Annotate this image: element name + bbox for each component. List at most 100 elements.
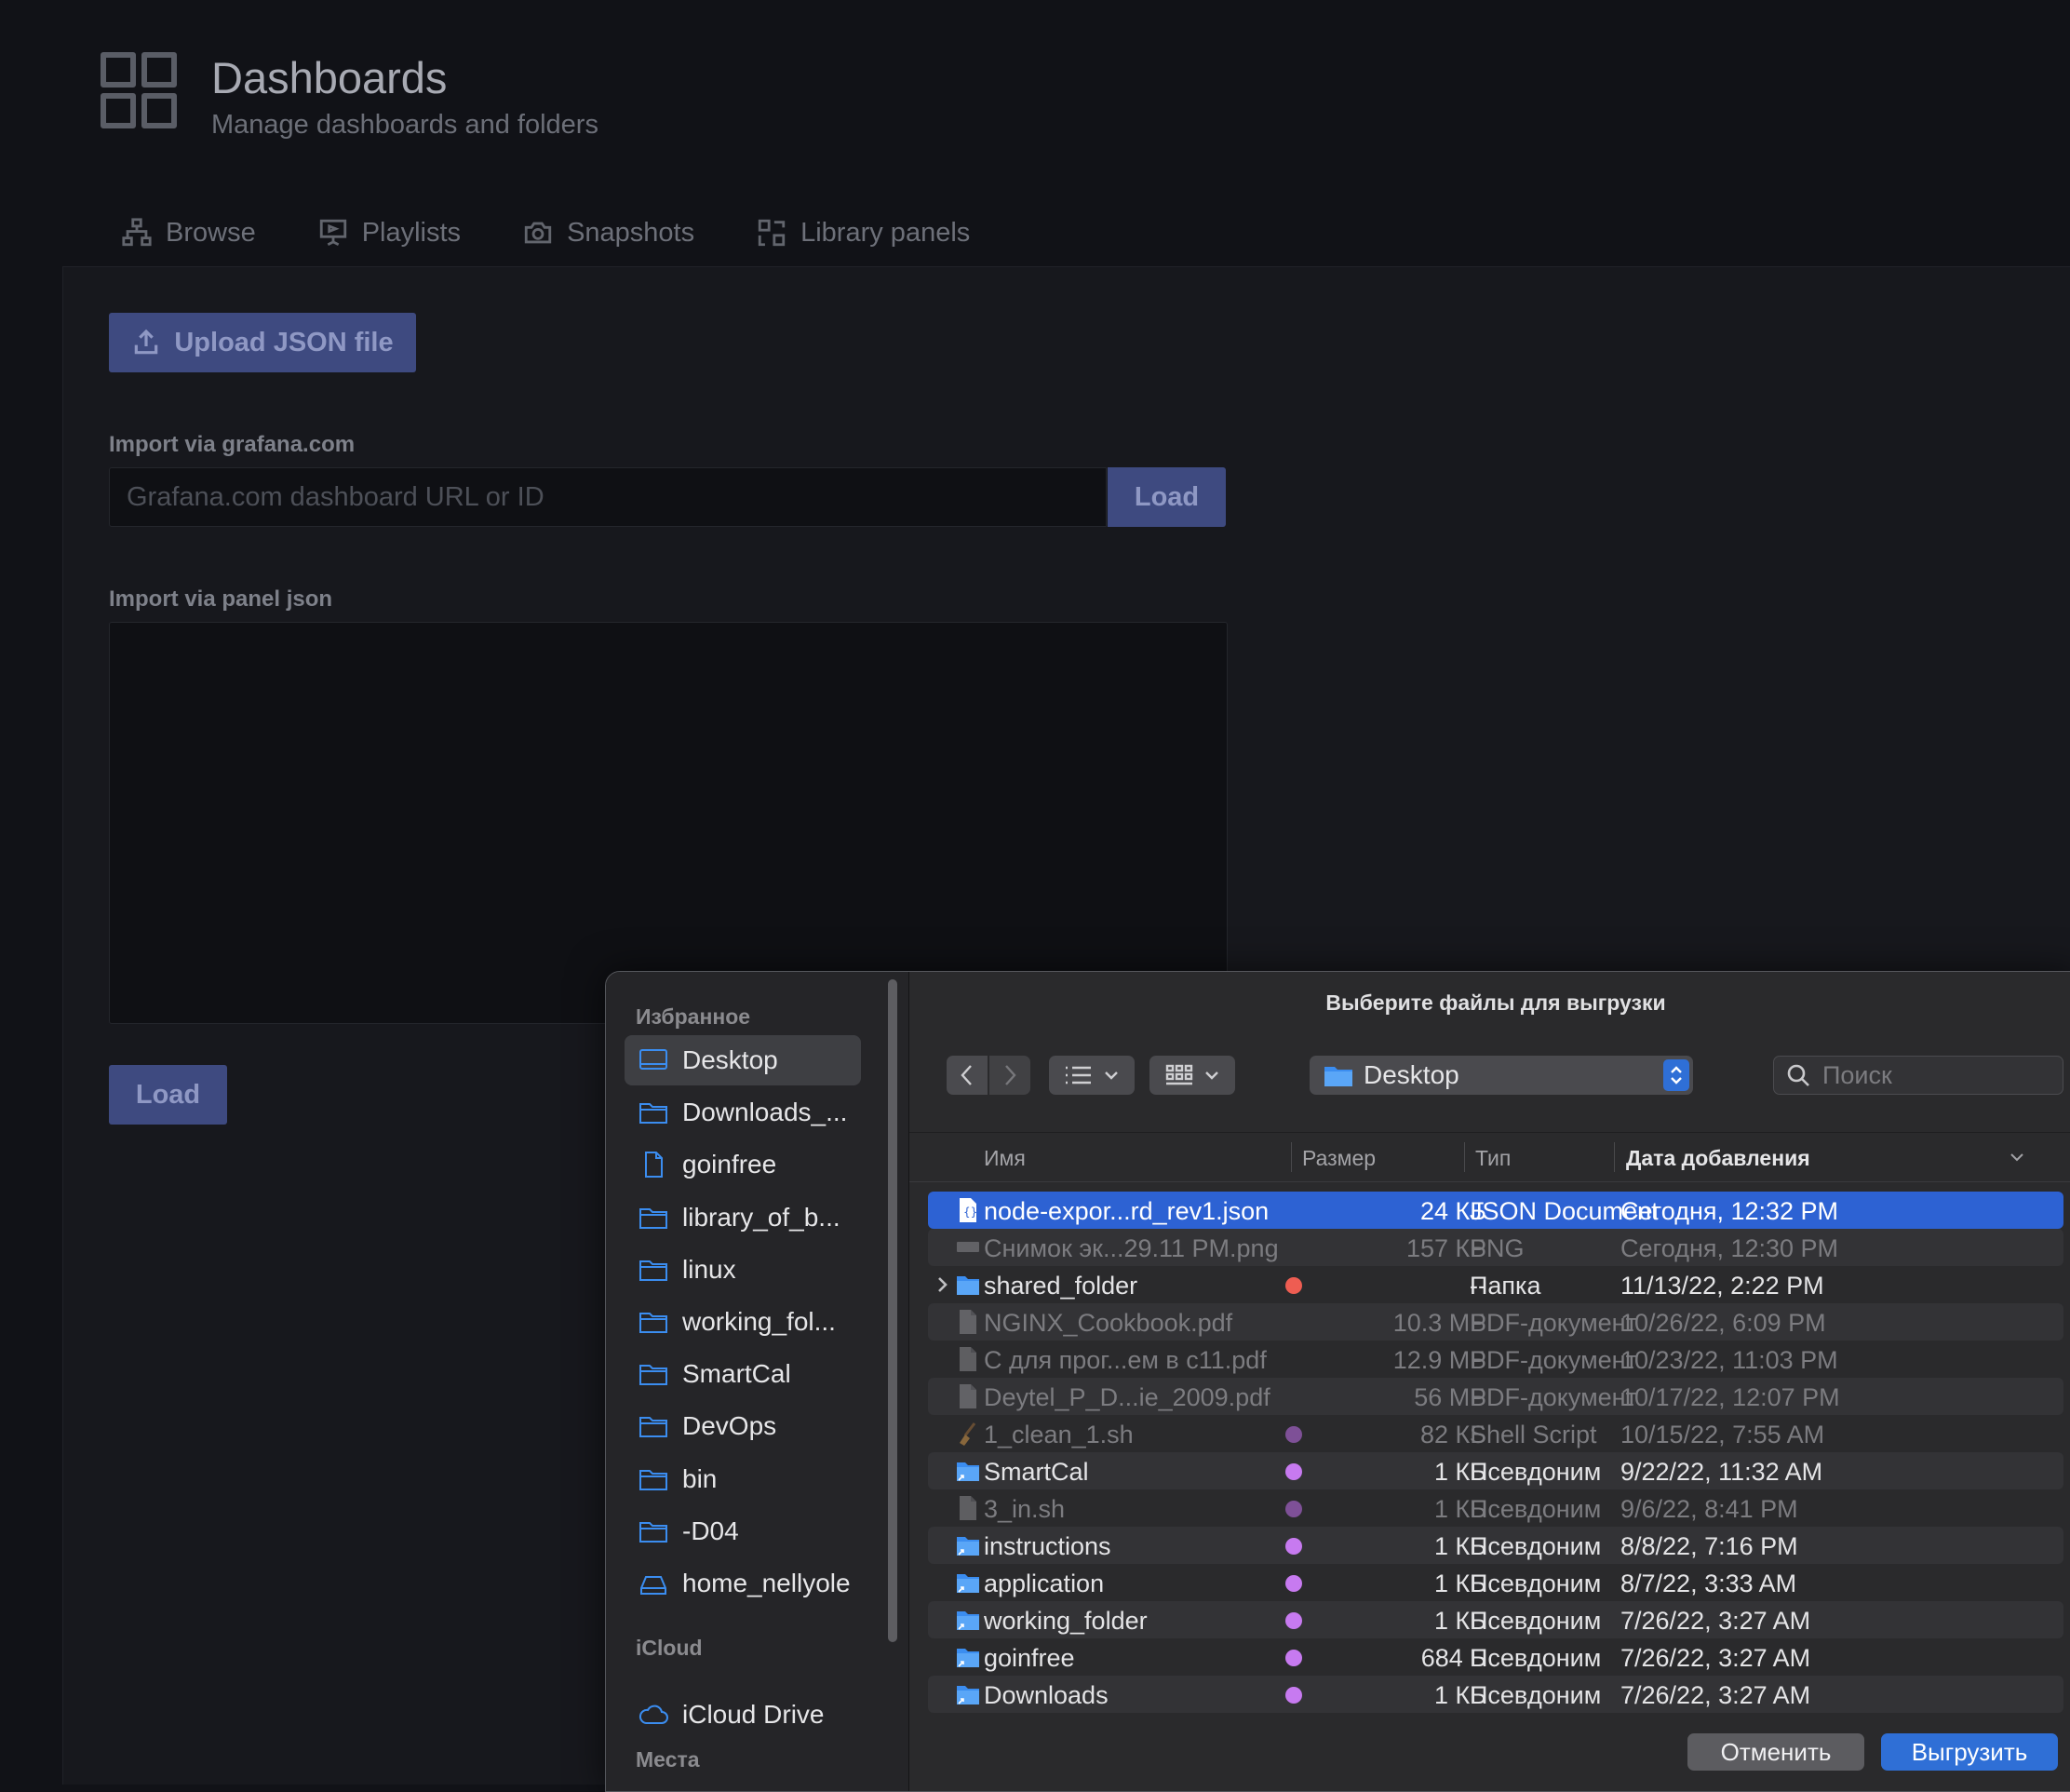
file-row[interactable]: application 1 КБ Псевдоним 8/7/22, 3:33 AM [928, 1564, 2063, 1601]
file-date-added: 9/6/22, 8:41 PM [1620, 1495, 1798, 1523]
tab-playlists[interactable]: Playlists [317, 212, 461, 253]
file-row[interactable]: goinfree 684 Б Псевдоним 7/26/22, 3:27 AM [928, 1638, 2063, 1676]
disclosure-chevron-icon[interactable] [935, 1275, 948, 1294]
tab-browse[interactable]: Browse [121, 212, 256, 253]
file-name: node-expor...rd_rev1.json [984, 1197, 1270, 1225]
sidebar-item-linux[interactable]: linux [625, 1245, 861, 1295]
list-view-button[interactable] [1049, 1056, 1135, 1095]
folder-alias-icon [957, 1574, 979, 1593]
image-file-icon [957, 1242, 979, 1252]
folder-icon [639, 1260, 667, 1281]
column-name[interactable]: Имя [984, 1146, 1026, 1171]
sidebar-item-desktop[interactable]: Desktop [625, 1035, 861, 1085]
sidebar-item-home-nellyole[interactable]: home_nellyole [625, 1558, 861, 1609]
sidebar-item-label: home_nellyole [682, 1569, 851, 1597]
sidebar-item-icloud-drive[interactable]: iCloud Drive [625, 1690, 861, 1740]
sidebar-item-bin[interactable]: bin [625, 1454, 861, 1504]
sidebar-item-working-fol[interactable]: working_fol... [625, 1297, 861, 1347]
grafana-url-input[interactable]: Grafana.com dashboard URL or ID [109, 467, 1107, 527]
cloud-icon [638, 1704, 668, 1724]
location-popup[interactable]: Desktop [1310, 1056, 1693, 1095]
upload-button[interactable]: Выгрузить [1881, 1733, 2058, 1771]
file-row[interactable]: working_folder 1 КБ Псевдоним 7/26/22, 3:27… [928, 1601, 2063, 1638]
column-date-added[interactable]: Дата добавления [1626, 1146, 1810, 1171]
file-type: Псевдоним [1470, 1644, 1602, 1672]
tab-label: Library panels [800, 217, 971, 248]
file-type: Псевдоним [1470, 1495, 1602, 1523]
color-tag-dot [1285, 1575, 1302, 1592]
cancel-button[interactable]: Отменить [1687, 1733, 1864, 1771]
file-row[interactable]: 3_in.sh 1 КБ Псевдоним 9/6/22, 8:41 PM [928, 1489, 2063, 1527]
file-type: Shell Script [1470, 1421, 1597, 1448]
file-type: PDF-документ [1470, 1309, 1637, 1337]
forward-button[interactable] [989, 1056, 1030, 1095]
panel-json-textarea[interactable] [109, 622, 1228, 1024]
file-row[interactable]: Снимок эк...29.11 PM.png 157 КБ PNG Сегодня… [928, 1229, 2063, 1266]
sidebar-item-downloads[interactable]: Downloads_... [625, 1087, 861, 1138]
column-type[interactable]: Тип [1475, 1146, 1511, 1171]
sidebar-item-label: library_of_b... [682, 1202, 840, 1232]
script-alias-icon [960, 1496, 976, 1520]
file-date-added: 8/8/22, 7:16 PM [1620, 1532, 1798, 1560]
file-chooser-dialog: Избранное Desktop Downloads_... goinfree li… [605, 971, 2070, 1792]
file-name: goinfree [984, 1644, 1075, 1672]
search-input[interactable]: Поиск [1773, 1056, 2063, 1095]
file-name: shared_folder [984, 1272, 1138, 1300]
file-name: 3_in.sh [984, 1495, 1066, 1523]
file-row[interactable]: SmartCal 1 КБ Псевдоним 9/22/22, 11:32 AM [928, 1452, 2063, 1489]
file-type: PDF-документ [1470, 1346, 1637, 1374]
file-row[interactable]: Downloads 1 КБ Псевдоним 7/26/22, 3:27 AM [928, 1676, 2063, 1713]
file-row[interactable]: {} node-expor...rd_rev1.json 24 КБ JSON Doc… [928, 1192, 2063, 1229]
sidebar-item--d04[interactable]: -D04 [625, 1506, 861, 1556]
upload-icon [135, 329, 158, 355]
sidebar-item-label: goinfree [682, 1150, 777, 1179]
file-date-added: 11/13/22, 2:22 PM [1620, 1272, 1824, 1300]
file-row[interactable]: instructions 1 КБ Псевдоним 8/8/22, 7:16 PM [928, 1527, 2063, 1564]
sidebar-item-devops[interactable]: DevOps [625, 1401, 861, 1451]
back-button[interactable] [947, 1056, 988, 1095]
sidebar-item-goinfree[interactable]: goinfree [625, 1139, 861, 1190]
grid-view-icon [1165, 1064, 1193, 1085]
sidebar-item-label: working_fol... [682, 1307, 836, 1336]
load-grafana-button[interactable]: Load [1108, 467, 1226, 527]
upload-json-label: Upload JSON file [174, 327, 394, 357]
file-name: С для прог...ем в c11.pdf [984, 1346, 1267, 1374]
pdf-file-icon [960, 1347, 976, 1371]
icloud-section-label: iCloud [636, 1636, 703, 1660]
color-tag-dot [1285, 1612, 1302, 1629]
tab-library-panels[interactable]: Library panels [756, 212, 970, 253]
sidebar-item-library-of-b[interactable]: library_of_b... [625, 1192, 861, 1243]
grafana-url-placeholder: Grafana.com dashboard URL or ID [127, 481, 544, 512]
import-panel-json-label: Import via panel json [109, 586, 333, 612]
favorites-section-label: Избранное [636, 1004, 751, 1029]
page-title: Dashboards [211, 53, 448, 102]
upload-json-button[interactable]: Upload JSON file [109, 313, 416, 372]
file-row[interactable]: NGINX_Cookbook.pdf 10.3 МБ PDF-документ 10/… [928, 1303, 2063, 1341]
finder-sidebar: Избранное Desktop Downloads_... goinfree li… [606, 972, 909, 1791]
dialog-title: Выберите файлы для выгрузки [1325, 990, 1666, 1015]
page-subtitle: Manage dashboards and folders [211, 110, 598, 140]
file-browser: Выберите файлы для выгрузки Desktop Поис… [909, 972, 2070, 1791]
sidebar-item-smartcal[interactable]: SmartCal [625, 1349, 861, 1399]
load-json-button[interactable]: Load [109, 1065, 227, 1125]
folder-icon [639, 1417, 667, 1438]
file-row[interactable]: Deytel_P_D...ie_2009.pdf 56 МБ PDF-докумен… [928, 1378, 2063, 1415]
drive-icon [640, 1576, 666, 1595]
color-tag-dot [1285, 1501, 1302, 1517]
file-row[interactable]: 1_clean_1.sh 82 КБ Shell Script 10/15/22, 7… [928, 1415, 2063, 1452]
dashboard-tabs: Browse Playlists Snapshots Library panel… [121, 212, 1031, 253]
file-row[interactable]: shared_folder -- Папка 11/13/22, 2:22 PM [928, 1266, 2063, 1303]
column-size[interactable]: Размер [1302, 1146, 1376, 1171]
file-row[interactable]: С для прог...ем в c11.pdf 12.9 МБ PDF-доку… [928, 1341, 2063, 1378]
sidebar-scrollbar[interactable] [888, 979, 897, 1642]
file-date-added: Сегодня, 12:30 PM [1620, 1234, 1839, 1262]
tab-snapshots[interactable]: Snapshots [522, 212, 694, 253]
pdf-file-icon [960, 1310, 976, 1334]
file-type: Псевдоним [1470, 1681, 1602, 1709]
folder-icon [639, 1207, 667, 1229]
group-view-button[interactable] [1149, 1056, 1235, 1095]
sidebar-item-label: -D04 [682, 1516, 739, 1545]
folder-icon [639, 1469, 667, 1490]
document-icon [645, 1152, 663, 1179]
folder-alias-icon [957, 1537, 979, 1556]
